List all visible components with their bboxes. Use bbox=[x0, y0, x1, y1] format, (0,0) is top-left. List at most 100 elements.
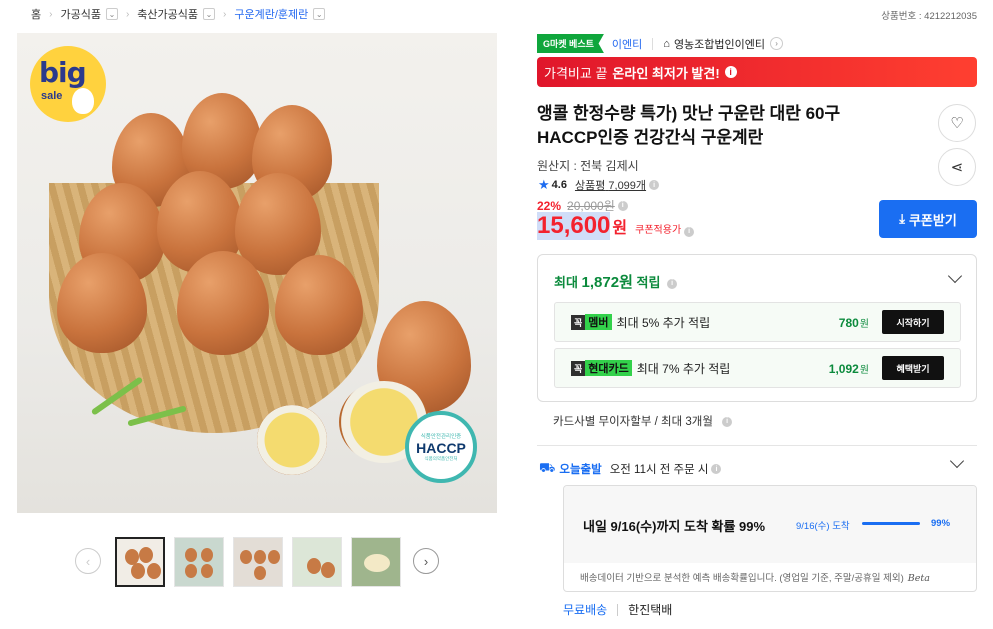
haccp-top-text: 식품안전관리인증 bbox=[420, 434, 462, 440]
breadcrumb-category-meat-processed[interactable]: › 축산가공식품 ⌄ bbox=[118, 6, 216, 22]
coupon-applied-label: 쿠폰적용가 bbox=[635, 225, 682, 236]
discount-rate: 22% bbox=[537, 198, 562, 213]
gmarket-best-badge: G마켓 베스트 bbox=[537, 34, 604, 53]
carrier-name: 한진택배 bbox=[628, 603, 673, 617]
installment-text: 카드사별 무이자할부 / 최대 3개월 bbox=[553, 416, 713, 428]
brand-link[interactable]: 이엔티 bbox=[612, 36, 642, 52]
reward-item-amount: 780원 bbox=[838, 315, 869, 330]
product-main-image[interactable]: big sale 식품안전관리인증 HACCP 식품의약품안전처 bbox=[17, 33, 497, 513]
info-icon[interactable]: i bbox=[684, 226, 695, 237]
cut-egg-illustration bbox=[257, 405, 327, 475]
divider bbox=[617, 603, 619, 616]
sale-price: 15,600 bbox=[537, 212, 611, 240]
breadcrumb: 홈 › 가공식품 ⌄ › 축산가공식품 ⌄ › 구운계란/훈제란 ⌄ bbox=[31, 6, 326, 22]
info-icon[interactable]: i bbox=[724, 66, 737, 78]
price-compare-banner[interactable]: 가격비교 끝 온라인 최저가 발견! i bbox=[537, 57, 977, 87]
divider bbox=[537, 445, 977, 446]
product-number: 상품번호 : 4212212035 bbox=[881, 11, 977, 22]
chevron-down-icon[interactable] bbox=[949, 453, 965, 469]
today-shipping-label: 오늘출발 bbox=[559, 464, 602, 476]
thumbnail-4[interactable] bbox=[292, 537, 342, 587]
coupon-download-button[interactable]: ⤓ 쿠폰받기 bbox=[879, 200, 977, 238]
reward-program-name: 현대카드 bbox=[585, 360, 632, 376]
reward-item-member: 꼭 멤버 최대 5% 추가 적립 780원 시작하기 bbox=[554, 302, 961, 342]
breadcrumb-label: 축산가공식품 bbox=[137, 9, 199, 21]
chevron-down-icon[interactable] bbox=[947, 268, 963, 284]
reward-benefit-button[interactable]: 혜택받기 bbox=[882, 356, 944, 380]
seller-name: 영농조합법인이엔티 bbox=[673, 38, 766, 51]
shipping-cutoff: 오전 11시 전 주문 시 bbox=[609, 464, 709, 476]
info-icon[interactable]: i bbox=[722, 416, 733, 427]
haccp-bottom-text: 식품의약품안전처 bbox=[424, 456, 458, 461]
info-icon[interactable]: i bbox=[617, 200, 628, 211]
wishlist-button[interactable]: ♡ bbox=[938, 104, 976, 142]
badge-big-text: big bbox=[39, 56, 87, 89]
share-button[interactable]: ⋖ bbox=[938, 148, 976, 186]
truck-icon: ⛟ bbox=[539, 460, 556, 475]
thumbnail-next-button[interactable]: › bbox=[413, 548, 439, 574]
shipping-footer: 무료배송 한진택배 bbox=[563, 601, 672, 618]
reward-prefix: 최대 bbox=[554, 275, 578, 290]
arrival-forecast-title: 내일 9/16(수)까지 도착 확률 99% bbox=[583, 519, 766, 534]
free-shipping-label: 무료배송 bbox=[563, 603, 608, 617]
banner-prefix: 가격비교 끝 bbox=[544, 65, 608, 81]
reward-box: 최대 1,872원 적립 i 꼭 멤버 최대 5% 추가 적립 780원 시작하… bbox=[537, 254, 977, 402]
review-link[interactable]: 상품평 7,099개 bbox=[575, 177, 646, 193]
chevron-down-icon[interactable]: ⌄ bbox=[105, 8, 118, 20]
thumbnail-3[interactable] bbox=[233, 537, 283, 587]
breadcrumb-home[interactable]: 홈 bbox=[31, 6, 41, 22]
star-icon: ★ bbox=[538, 177, 550, 192]
reward-program-name: 멤버 bbox=[585, 314, 612, 330]
heart-icon: ♡ bbox=[950, 115, 964, 132]
thumbnail-5[interactable] bbox=[351, 537, 401, 587]
breadcrumb-separator: › bbox=[223, 8, 227, 20]
arrival-probability-bar bbox=[862, 522, 920, 525]
kkok-badge: 꼭 bbox=[571, 360, 586, 376]
breadcrumb-category-roasted-eggs[interactable]: › 구운계란/훈제란 ⌄ bbox=[215, 6, 326, 22]
shipping-row: ⛟ 오늘출발 오전 11시 전 주문 시 i bbox=[539, 460, 722, 478]
home-icon: ⌂ bbox=[663, 37, 670, 50]
arrival-percent: 99% bbox=[931, 518, 951, 529]
breadcrumb-label: 구운계란/훈제란 bbox=[234, 9, 309, 21]
thumbnail-prev-button[interactable]: ‹ bbox=[75, 548, 101, 574]
rating-row: ★ 4.6 상품평 7,099개 i bbox=[538, 177, 660, 193]
reward-desc: 최대 7% 추가 적립 bbox=[636, 361, 731, 376]
seller-badges: G마켓 베스트 이엔티 ⌂ 영농조합법인이엔티 › bbox=[537, 34, 784, 53]
breadcrumb-label: 홈 bbox=[31, 9, 42, 21]
haccp-main-text: HACCP bbox=[416, 440, 466, 456]
product-title: 앵콜 한정수량 특가) 맛난 구운란 대란 60구 HACCP인증 건강간식 구… bbox=[537, 104, 841, 147]
chevron-right-icon: › bbox=[423, 553, 429, 569]
reward-amount: 1,872원 bbox=[581, 274, 633, 291]
download-icon: ⤓ bbox=[899, 211, 905, 226]
seller-link[interactable]: ⌂ 영농조합법인이엔티 › bbox=[663, 36, 784, 52]
divider bbox=[652, 37, 654, 50]
info-icon[interactable]: i bbox=[711, 464, 722, 474]
haccp-seal: 식품안전관리인증 HACCP 식품의약품안전처 bbox=[405, 411, 477, 483]
price-unit: 원 bbox=[612, 220, 628, 237]
reward-header[interactable]: 최대 1,872원 적립 i bbox=[554, 271, 678, 292]
chevron-left-icon: ‹ bbox=[85, 553, 91, 569]
reward-item-amount: 1,092원 bbox=[828, 361, 869, 376]
big-sale-badge: big sale bbox=[30, 46, 106, 122]
arrival-note: 배송데이터 기반으로 분석한 예측 배송확률입니다. (영업일 기준, 주말/공… bbox=[580, 573, 930, 584]
reward-start-button[interactable]: 시작하기 bbox=[882, 310, 944, 334]
review-label: 상품평 bbox=[574, 180, 606, 192]
price-row: 15,600 원 쿠폰적용가 i bbox=[537, 212, 695, 240]
chevron-down-icon[interactable]: ⌄ bbox=[203, 8, 216, 20]
chevron-right-icon: › bbox=[770, 37, 784, 50]
arrival-forecast-box: 내일 9/16(수)까지 도착 확률 99% 9/16(수) 도착 99% 배송… bbox=[563, 485, 977, 592]
origin-text: 원산지 : 전북 김제시 bbox=[537, 159, 639, 173]
chevron-down-icon[interactable]: ⌄ bbox=[313, 8, 326, 20]
thumbnail-2[interactable] bbox=[174, 537, 224, 587]
reward-item-hyundai-card: 꼭 현대카드 최대 7% 추가 적립 1,092원 혜택받기 bbox=[554, 348, 961, 388]
badge-sale-text: sale bbox=[41, 90, 63, 102]
banner-emphasis: 온라인 최저가 발견! bbox=[612, 65, 720, 81]
share-icon: ⋖ bbox=[950, 159, 964, 176]
info-icon[interactable]: i bbox=[667, 278, 678, 289]
bunny-icon bbox=[72, 88, 94, 114]
breadcrumb-category-processed-food[interactable]: › 가공식품 ⌄ bbox=[41, 6, 118, 22]
info-icon[interactable]: i bbox=[649, 180, 660, 190]
review-count: 7,099개 bbox=[608, 180, 647, 192]
breadcrumb-label: 가공식품 bbox=[60, 9, 101, 21]
thumbnail-1[interactable] bbox=[115, 537, 165, 587]
